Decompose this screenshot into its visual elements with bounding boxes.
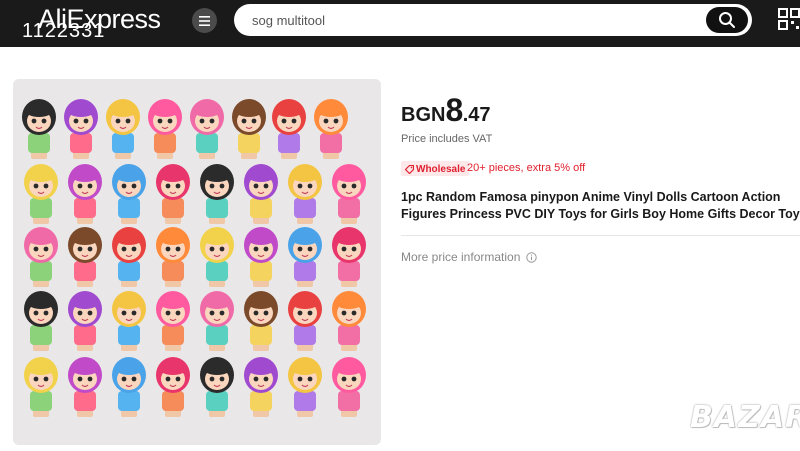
- divider: [401, 235, 800, 236]
- product-title-line-1: 1pc Random Famosa pinypon Anime Vinyl Do…: [401, 190, 781, 204]
- tag-icon: [405, 164, 414, 174]
- bazar-watermark: BAZAR: [690, 400, 800, 435]
- price-currency: BGN: [401, 104, 446, 126]
- search-button[interactable]: [706, 7, 748, 33]
- product-image[interactable]: [13, 79, 381, 445]
- wholesale-offer: 20+ pieces, extra 5% off: [467, 162, 586, 174]
- top-header: AliExpress 1122331: [0, 0, 800, 47]
- wholesale-label: Wholesale: [416, 163, 466, 175]
- vat-note: Price includes VAT: [401, 133, 493, 145]
- product-title-line-2: Figures Princess PVC DIY Toys for Girls …: [401, 207, 800, 221]
- product-title: 1pc Random Famosa pinypon Anime Vinyl Do…: [401, 189, 800, 223]
- price-decimal: .47: [462, 104, 491, 126]
- price-integer: 8: [445, 92, 463, 128]
- qr-code-icon[interactable]: [778, 8, 800, 30]
- menu-button[interactable]: [192, 8, 217, 33]
- product-price: BGN8.47: [401, 92, 491, 129]
- info-icon[interactable]: [526, 251, 538, 263]
- search-icon: [719, 12, 735, 28]
- search-box: [234, 4, 752, 36]
- menu-icon: [199, 15, 210, 26]
- search-input[interactable]: [252, 10, 672, 30]
- toy-figures-photo: [22, 99, 366, 417]
- more-price-info-label[interactable]: More price information: [401, 250, 520, 264]
- listing-id-overlay: 1122331: [22, 20, 106, 42]
- wholesale-badge: Wholesale: [401, 161, 470, 176]
- more-price-info[interactable]: More price information: [401, 250, 538, 264]
